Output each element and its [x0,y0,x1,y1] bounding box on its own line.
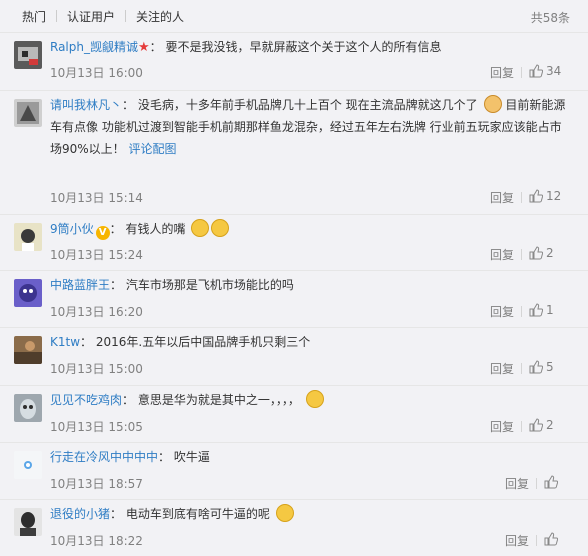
comment-item: 行走在冷风中中中中： 吹牛逼 10月13日 18:57 回复 [0,443,588,500]
reply-button[interactable]: 回复 [505,532,529,549]
comment-text: 吹牛逼 [173,450,210,464]
action-divider [536,535,537,546]
reply-button[interactable]: 回复 [490,64,514,81]
tab-hot[interactable]: 热门 [14,8,56,25]
reply-button[interactable]: 回复 [490,246,514,263]
thumbs-up-icon [544,532,558,546]
emoji-icon [305,390,324,408]
like-button[interactable]: 2 [529,418,554,432]
action-divider [521,192,522,203]
thumbs-up-icon [544,475,558,489]
comment-username[interactable]: K1tw [50,335,80,349]
avatar[interactable] [14,223,42,251]
like-count: 2 [546,418,554,432]
comment-item: 见见不吃鸡肉： 意思是华为就是其中之一，，，， 10月13日 15:05 回复 … [0,386,588,443]
like-button[interactable] [544,475,558,489]
comment-text: 要不是我没钱，早就屏蔽这个关于这个人的所有信息 [165,40,442,54]
action-divider [521,363,522,374]
reply-button[interactable]: 回复 [490,303,514,320]
like-count: 12 [546,189,562,203]
comment-item: 退役的小猪： 电动车到底有啥可牛逼的呢 10月13日 18:22 回复 [0,500,588,556]
action-divider [521,306,522,317]
reply-button[interactable]: 回复 [490,189,514,206]
verified-badge-icon: V [95,226,110,240]
like-button[interactable]: 2 [529,246,554,260]
comment-time: 10月13日 16:20 [50,305,143,319]
action-divider [521,249,522,260]
comment-text: 汽车市场那是飞机市场能比的吗 [125,278,294,292]
comment-filter-tabs: 热门 认证用户 关注的人 共58条 [0,0,588,33]
emoji-icon [483,95,502,113]
comment-time: 10月13日 15:24 [50,248,143,262]
like-button[interactable]: 5 [529,360,554,374]
like-count: 5 [546,360,554,374]
comment-username[interactable]: Ralph_觊觎精诚 [50,40,138,54]
comment-text: 2016年.五年以后中国品牌手机只剩三个 [95,335,311,349]
comment-count: 共58条 [530,11,570,25]
like-count: 34 [546,64,562,78]
comment-time: 10月13日 18:57 [50,477,143,491]
action-divider [521,421,522,432]
like-button[interactable]: 34 [529,64,561,78]
comment-text: 有钱人的嘴 [125,222,186,236]
comment-time: 10月13日 15:14 [50,191,143,205]
reply-button[interactable]: 回复 [505,475,529,492]
comment-text: 没毛病，十多年前手机品牌几十上百个 现在主流品牌就这几个了 [137,98,478,112]
comment-username[interactable]: 9筒小伙 [50,222,94,236]
comment-item: 9筒小伙 V： 有钱人的嘴 10月13日 15:24 回复 2 [0,215,588,271]
comment-time: 10月13日 16:00 [50,66,143,80]
comment-username[interactable]: 行走在冷风中中中中 [50,450,158,464]
like-button[interactable]: 1 [529,303,554,317]
comment-time: 10月13日 15:05 [50,420,143,434]
thumbs-up-icon [529,246,543,260]
like-button[interactable]: 12 [529,189,561,203]
emoji-icon [211,219,230,237]
emoji-icon [275,504,294,522]
comment-list: Ralph_觊觎精诚★： 要不是我没钱，早就屏蔽这个关于这个人的所有信息 10月… [0,33,588,556]
comment-username[interactable]: 中路蓝胖王 [50,278,110,292]
comment-with-image-link[interactable]: 评论配 [129,142,165,156]
comment-item: Ralph_觊觎精诚★： 要不是我没钱，早就屏蔽这个关于这个人的所有信息 10月… [0,33,588,91]
star-badge-icon: ★ [138,40,150,55]
thumbs-up-icon [529,189,543,203]
thumbs-up-icon [529,64,543,78]
emoji-icon [191,219,210,237]
comment-item: K1tw： 2016年.五年以后中国品牌手机只剩三个 10月13日 15:00 … [0,328,588,386]
comment-with-image-link[interactable]: 图 [165,142,177,156]
comment-username[interactable]: 请叫我林凡丶 [50,98,122,112]
avatar[interactable] [14,336,42,364]
like-button[interactable] [544,532,558,546]
thumbs-up-icon [529,418,543,432]
comment-time: 10月13日 18:22 [50,534,143,548]
comment-time: 10月13日 15:00 [50,362,143,376]
thumbs-up-icon [529,303,543,317]
avatar[interactable] [14,41,42,69]
avatar[interactable] [14,451,42,479]
thumbs-up-icon [529,360,543,374]
comment-username[interactable]: 见见不吃鸡肉 [50,393,122,407]
comment-text-cont: 功能机过渡到智能手机前期那样鱼龙混杂，经过五年左右洗牌 行业前五玩家应该能占市场… [50,120,562,156]
comment-text: 电动车到底有啥可牛逼的呢 [125,507,270,521]
comment-item: 请叫我林凡丶： 没毛病，十多年前手机品牌几十上百个 现在主流品牌就这几个了 目前… [0,91,588,215]
avatar[interactable] [14,279,42,307]
avatar[interactable] [14,99,42,127]
comment-text: 意思是华为就是其中之一，，，， [137,393,300,407]
avatar[interactable] [14,508,42,536]
like-count: 1 [546,303,554,317]
comment-username[interactable]: 退役的小猪 [50,507,110,521]
tab-verified-users[interactable]: 认证用户 [57,8,125,25]
tab-following[interactable]: 关注的人 [126,8,194,25]
action-divider [521,67,522,78]
like-count: 2 [546,246,554,260]
action-divider [536,478,537,489]
reply-button[interactable]: 回复 [490,418,514,435]
reply-button[interactable]: 回复 [490,360,514,377]
avatar[interactable] [14,394,42,422]
comment-item: 中路蓝胖王： 汽车市场那是飞机市场能比的吗 10月13日 16:20 回复 1 [0,271,588,328]
